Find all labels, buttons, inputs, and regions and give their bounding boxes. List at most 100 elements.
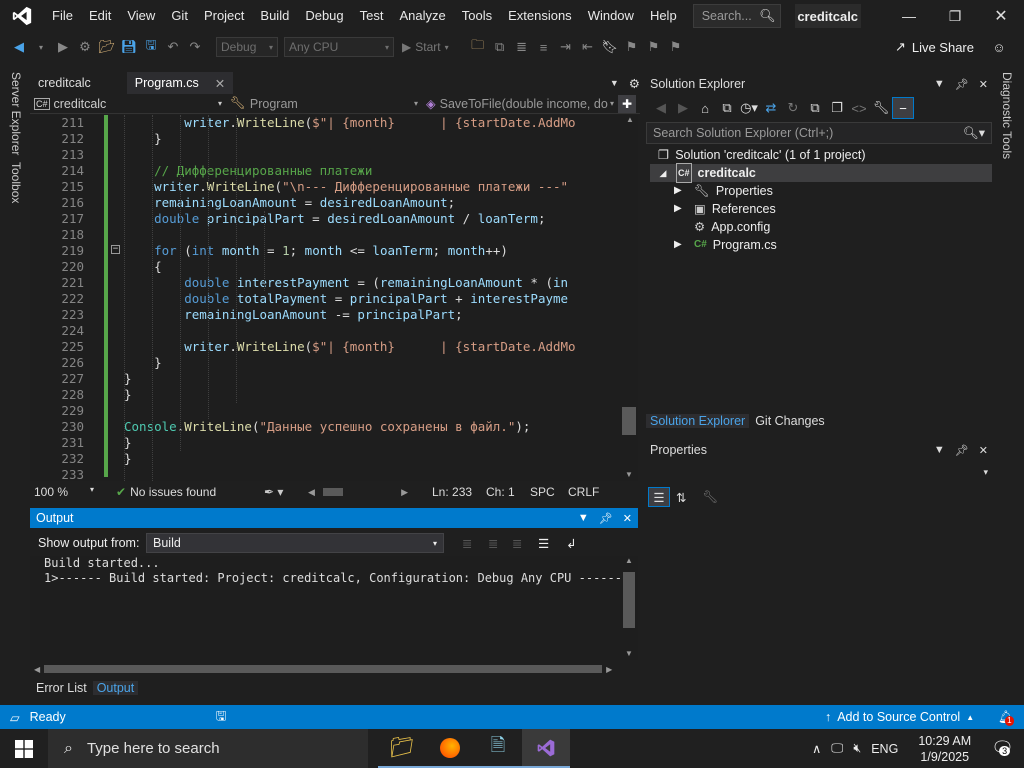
- save-icon[interactable]: 💾︎: [118, 36, 140, 58]
- collapse-all-icon[interactable]: ⧉: [804, 97, 826, 119]
- save-all-icon[interactable]: 🖫︎: [140, 36, 162, 58]
- refresh-icon[interactable]: ↻: [782, 97, 804, 119]
- code-line[interactable]: 212 }: [30, 131, 622, 147]
- code-line[interactable]: 221 double interestPayment = (remainingL…: [30, 275, 622, 291]
- start-button[interactable]: [0, 729, 48, 768]
- menu-extensions[interactable]: Extensions: [500, 0, 580, 32]
- settings-gear-icon[interactable]: ⚙: [629, 76, 640, 91]
- outdent-icon[interactable]: ⇤: [577, 36, 599, 58]
- tree-item-app-config[interactable]: ⚙ App.config: [694, 218, 770, 236]
- close-panel-icon[interactable]: ✕: [979, 444, 988, 457]
- menu-view[interactable]: View: [119, 0, 163, 32]
- close-tab-icon[interactable]: ✕: [215, 76, 225, 91]
- whitespace-indicator[interactable]: SPC: [530, 485, 568, 499]
- platform-dropdown[interactable]: Any CPU ▾: [284, 37, 394, 57]
- code-line[interactable]: 230 Console.WriteLine("Данные успешно сох…: [30, 419, 622, 435]
- menu-file[interactable]: File: [44, 0, 81, 32]
- code-line[interactable]: 217 double principalPart = desiredLoanAm…: [30, 211, 622, 227]
- redo-icon[interactable]: ↷: [184, 36, 206, 58]
- code-line[interactable]: 220 {: [30, 259, 622, 275]
- properties-object-dropdown[interactable]: ▾: [646, 462, 992, 482]
- code-line[interactable]: 211 writer.WriteLine($"| {month} | {star…: [30, 115, 622, 131]
- output-hscrollbar[interactable]: ◀ ▶: [30, 662, 620, 676]
- menu-test[interactable]: Test: [352, 0, 392, 32]
- tree-item-program-cs[interactable]: ▶ C# Program.cs: [674, 236, 777, 254]
- menu-git[interactable]: Git: [163, 0, 196, 32]
- tab-solution-explorer[interactable]: Solution Explorer: [646, 414, 750, 428]
- bookmark-icon[interactable]: 🔖︎: [599, 36, 621, 58]
- code-line[interactable]: 226 }: [30, 355, 622, 371]
- bookmark-next-icon[interactable]: ⚑: [643, 36, 665, 58]
- home-icon[interactable]: ⌂: [694, 97, 716, 119]
- volume-icon[interactable]: 🔇︎: [853, 741, 861, 756]
- network-icon[interactable]: 🖵︎: [831, 741, 843, 756]
- brush-icon[interactable]: ✒ ▾: [264, 485, 308, 499]
- start-button[interactable]: ▶ Start ▾: [402, 40, 449, 54]
- code-line[interactable]: 223 remainingLoanAmount -= principalPart…: [30, 307, 622, 323]
- scroll-thumb[interactable]: [622, 407, 636, 435]
- clear-all-icon[interactable]: ☰: [538, 536, 566, 551]
- dropdown-icon[interactable]: ▼: [578, 512, 589, 525]
- sync-icon[interactable]: ⇄: [760, 97, 782, 119]
- close-panel-icon[interactable]: ✕: [979, 78, 988, 91]
- hscroll-thumb[interactable]: [44, 665, 603, 673]
- pin-icon[interactable]: 📌︎: [599, 512, 613, 525]
- action-center-button[interactable]: 🗨︎3: [991, 738, 1014, 759]
- code-line[interactable]: 233: [30, 467, 622, 481]
- menu-debug[interactable]: Debug: [297, 0, 351, 32]
- tab-error-list[interactable]: Error List: [30, 681, 93, 695]
- code-line[interactable]: 232}: [30, 451, 622, 467]
- server-explorer-tab[interactable]: Server Explorer: [9, 72, 23, 155]
- menu-window[interactable]: Window: [580, 0, 642, 32]
- zoom-dropdown[interactable]: 100 % ▾: [30, 485, 104, 499]
- forward-icon[interactable]: ▶: [672, 97, 694, 119]
- code-line[interactable]: 229: [30, 403, 622, 419]
- comment-icon[interactable]: ≡: [533, 36, 555, 58]
- class-nav-dropdown[interactable]: 🔧︎ Program ▾: [226, 95, 422, 113]
- forward-icon[interactable]: ▶: [52, 36, 74, 58]
- solution-name-badge[interactable]: creditcalc: [794, 4, 861, 28]
- tab-overflow-icon[interactable]: ▼: [610, 78, 619, 88]
- bookmark-prev-icon[interactable]: ⚑: [621, 36, 643, 58]
- minimize-button[interactable]: —: [886, 0, 932, 32]
- back-icon[interactable]: ◀: [650, 97, 672, 119]
- properties-wrench-icon[interactable]: 🔧︎: [870, 97, 892, 119]
- build-status-icon[interactable]: 🖫︎: [216, 707, 227, 728]
- tree-item-references[interactable]: ▶ ▣ References: [674, 200, 776, 218]
- dropdown-icon[interactable]: ▼: [934, 444, 945, 457]
- output-vscrollbar[interactable]: ▲ ▼: [620, 556, 638, 660]
- close-button[interactable]: ✕: [978, 0, 1024, 32]
- menu-analyze[interactable]: Analyze: [391, 0, 453, 32]
- alphabetical-icon[interactable]: ⇅: [676, 490, 686, 505]
- tab-output[interactable]: Output: [92, 681, 139, 695]
- code-line[interactable]: 228}: [30, 387, 622, 403]
- preview-selected-icon[interactable]: −: [892, 97, 914, 119]
- categorized-icon[interactable]: ☰: [648, 487, 670, 507]
- output-text[interactable]: Build started... 1>------ Build started:…: [30, 556, 622, 660]
- restore-button[interactable]: ❐: [932, 0, 978, 32]
- code-view-icon[interactable]: <>: [848, 97, 870, 119]
- firefox-app[interactable]: [426, 729, 474, 768]
- goto-next-icon[interactable]: ≣: [488, 536, 512, 551]
- tab-program-cs[interactable]: Program.cs ✕: [126, 72, 234, 94]
- code-line[interactable]: 213: [30, 147, 622, 163]
- clock[interactable]: 10:29 AM 1/9/2025: [918, 733, 971, 765]
- scroll-thumb[interactable]: [623, 572, 635, 628]
- hscroll-thumb[interactable]: [322, 488, 343, 496]
- line-ending-indicator[interactable]: CRLF: [568, 485, 604, 499]
- find-icon[interactable]: 🗀︎: [467, 36, 489, 58]
- split-editor-icon[interactable]: ✚: [618, 94, 636, 113]
- menu-help[interactable]: Help: [642, 0, 685, 32]
- feedback-icon[interactable]: ☺: [988, 36, 1010, 58]
- tree-solution[interactable]: ❐ Solution 'creditcalc' (1 of 1 project): [658, 146, 866, 164]
- solution-search-box[interactable]: Search Solution Explorer (Ctrl+;) 🔍︎▾: [646, 122, 992, 144]
- config-dropdown[interactable]: Debug ▾: [216, 37, 278, 57]
- dropdown-icon[interactable]: ▼: [934, 78, 945, 91]
- code-line[interactable]: 222 double totalPayment = principalPart …: [30, 291, 622, 307]
- dropdown-icon[interactable]: ▾: [30, 36, 52, 58]
- code-line[interactable]: 216 remainingLoanAmount = desiredLoanAmo…: [30, 195, 622, 211]
- collapse-toggle-icon[interactable]: −: [111, 245, 120, 254]
- code-editor[interactable]: 211 writer.WriteLine($"| {month} | {star…: [30, 115, 622, 481]
- live-share-button[interactable]: ↗ Live Share: [895, 39, 974, 55]
- browser-icon[interactable]: ⧉: [489, 36, 511, 58]
